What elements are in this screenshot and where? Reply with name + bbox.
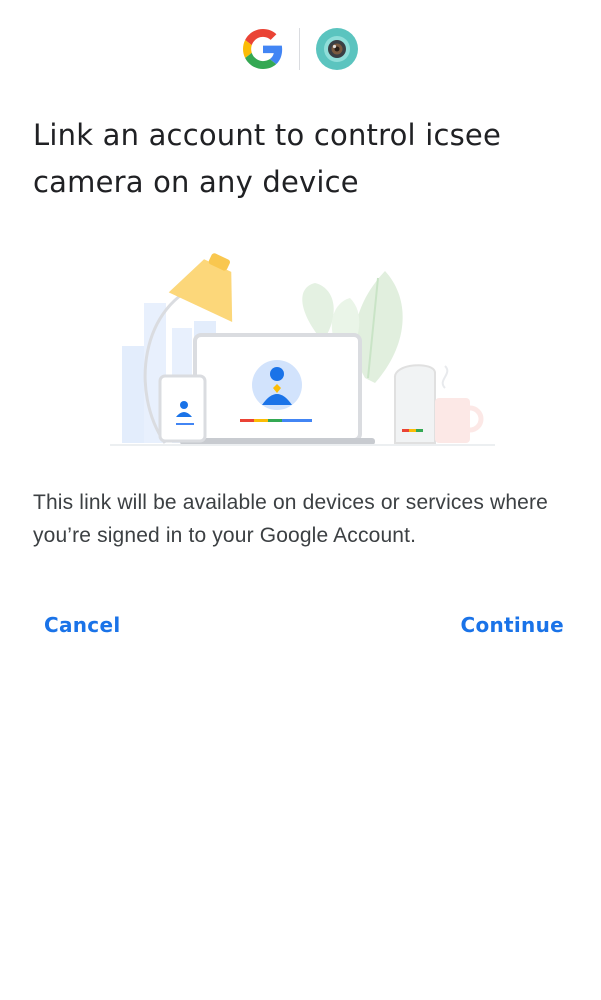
google-g-icon — [243, 29, 283, 69]
description-text: This link will be available on devices o… — [33, 491, 548, 547]
cancel-button[interactable]: Cancel — [34, 605, 131, 645]
logo-divider — [299, 28, 300, 70]
icsee-camera-icon — [316, 28, 358, 70]
linked-devices-illustration — [110, 253, 495, 446]
continue-button[interactable]: Continue — [450, 605, 574, 645]
page-title: Link an account to control icsee camera … — [33, 118, 501, 199]
logo-row — [0, 27, 601, 71]
